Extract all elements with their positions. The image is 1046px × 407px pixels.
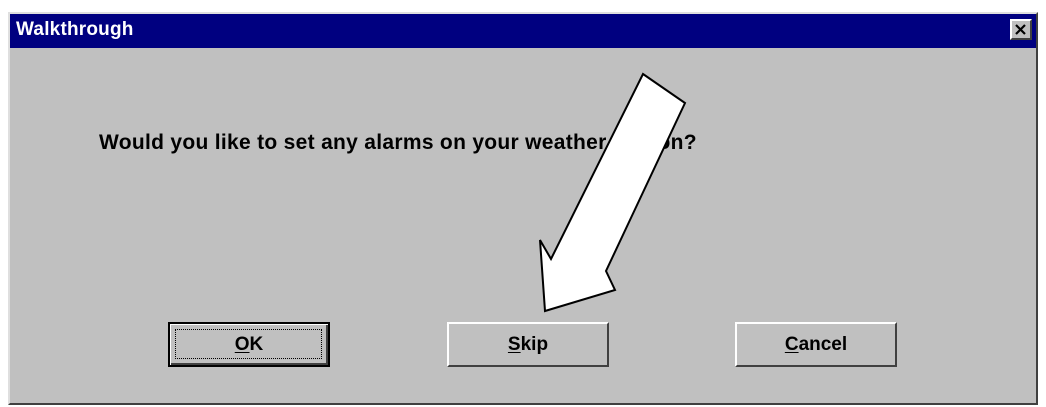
cancel-button[interactable]: Cancel [735, 322, 897, 367]
dialog-message: Would you like to set any alarms on your… [99, 131, 697, 154]
close-x-icon [1015, 24, 1026, 35]
title-bar[interactable]: Walkthrough [10, 14, 1036, 48]
cancel-button-label: Cancel [784, 333, 848, 355]
ok-button-label: OK [234, 333, 264, 355]
dialog-window: Walkthrough Would you like to set any al… [8, 12, 1038, 405]
close-button[interactable] [1010, 19, 1032, 40]
window-title: Walkthrough [16, 19, 134, 40]
skip-button[interactable]: Skip [447, 322, 609, 367]
ok-button[interactable]: OK [168, 322, 330, 367]
skip-button-label: Skip [507, 333, 549, 355]
